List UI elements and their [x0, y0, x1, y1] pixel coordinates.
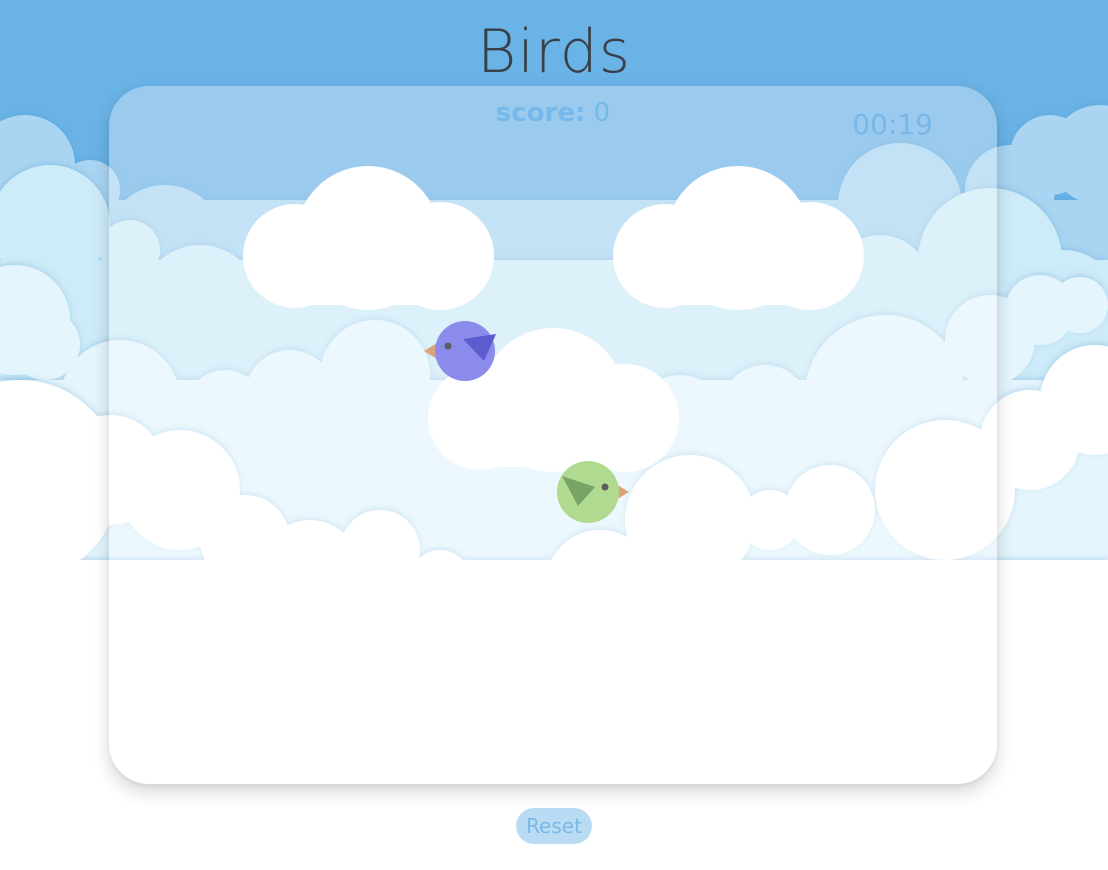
- reset-button[interactable]: Reset: [516, 808, 592, 844]
- game-board[interactable]: score: 0 00:19: [109, 86, 997, 784]
- score-value: 0: [593, 98, 611, 128]
- page-title: Birds: [477, 17, 631, 87]
- timer-display: 00:19: [852, 108, 933, 141]
- score-label: score:: [495, 98, 586, 128]
